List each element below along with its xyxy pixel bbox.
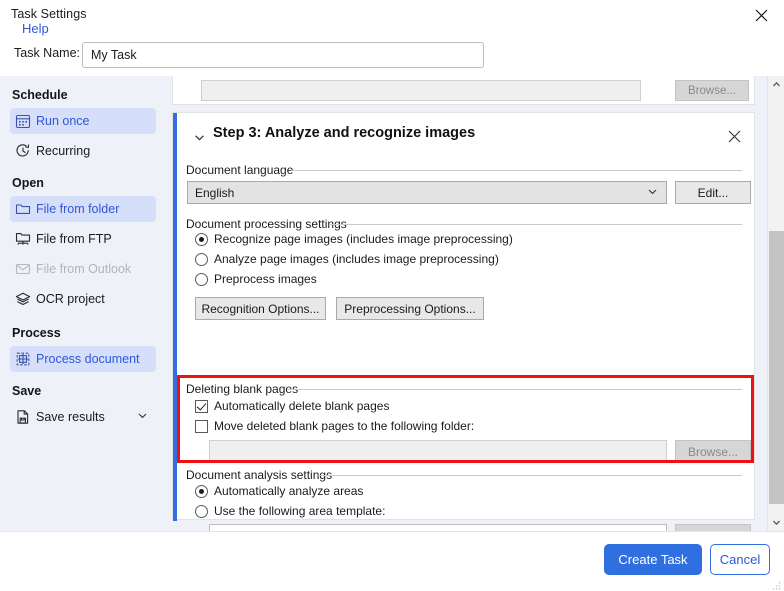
chevron-up-icon: [773, 81, 780, 87]
sidebar-item-process-document[interactable]: Process document: [10, 346, 156, 372]
scroll-up-button[interactable]: [768, 76, 784, 93]
save-document-icon: [10, 407, 36, 427]
recognition-options-button[interactable]: Recognition Options...: [195, 297, 326, 320]
sidebar-group-process-title: Process: [12, 326, 61, 340]
cancel-button[interactable]: Cancel: [710, 544, 770, 575]
previous-browse-button[interactable]: Browse...: [675, 80, 749, 101]
chevron-down-icon: [647, 184, 658, 202]
radio-mark: [195, 272, 208, 286]
envelope-icon: [10, 259, 36, 279]
sidebar-item-save-results[interactable]: Save results: [10, 404, 156, 430]
checkbox-mark: [195, 419, 208, 433]
edit-languages-button[interactable]: Edit...: [675, 181, 751, 204]
task-name-label: Task Name:: [14, 46, 80, 60]
analysis-settings-group-label: Document analysis settings: [186, 468, 338, 482]
sidebar-item-file-from-ftp[interactable]: File from FTP: [10, 226, 156, 252]
preprocessing-options-button[interactable]: Preprocessing Options...: [336, 297, 484, 320]
radio-use-area-template[interactable]: Use the following area template:: [195, 504, 385, 518]
document-language-group-label: Document language: [186, 163, 299, 177]
chevron-down-icon: [773, 520, 780, 526]
deleting-blank-pages-group-label: Deleting blank pages: [186, 382, 304, 396]
close-icon: [728, 130, 740, 142]
folder-ftp-icon: [10, 229, 36, 249]
sidebar-item-recurring[interactable]: Recurring: [10, 138, 156, 164]
help-link[interactable]: Help: [22, 21, 49, 36]
clock-repeat-icon: [10, 141, 36, 161]
radio-label: Use the following area template:: [214, 504, 386, 518]
sidebar-item-file-from-outlook: File from Outlook: [10, 256, 156, 282]
checkbox-label: Automatically delete blank pages: [214, 399, 390, 413]
radio-preprocess-images[interactable]: Preprocess images: [195, 272, 317, 286]
area-template-select[interactable]: [209, 524, 667, 531]
sidebar-item-ocr-project[interactable]: OCR project: [10, 286, 156, 312]
document-language-select[interactable]: English: [187, 181, 667, 204]
radio-recognize-page-images[interactable]: Recognize page images (includes image pr…: [195, 232, 513, 246]
content-scrollbar[interactable]: [767, 76, 784, 531]
checkbox-move-deleted-blank-pages[interactable]: Move deleted blank pages to the followin…: [195, 419, 474, 433]
scroll-down-button[interactable]: [768, 514, 784, 531]
title-bar: Task Settings: [0, 0, 784, 30]
document-language-value: English: [195, 185, 235, 200]
group-divider: [291, 170, 742, 171]
radio-label: Preprocess images: [214, 272, 317, 286]
chevron-down-icon[interactable]: [137, 408, 148, 426]
resize-grip[interactable]: [771, 578, 781, 590]
checkbox-label: Move deleted blank pages to the followin…: [214, 419, 475, 433]
radio-label: Recognize page images (includes image pr…: [214, 232, 513, 246]
previous-path-field[interactable]: [201, 80, 641, 101]
grid-document-icon: [10, 349, 36, 369]
radio-analyze-page-images[interactable]: Analyze page images (includes image prep…: [195, 252, 499, 266]
sidebar-item-label: File from FTP: [36, 232, 112, 246]
blank-pages-browse-button[interactable]: Browse...: [675, 440, 751, 463]
close-icon: [755, 9, 768, 21]
radio-mark: [195, 484, 208, 498]
checkbox-mark: [195, 399, 208, 413]
calendar-icon: [10, 111, 36, 131]
sidebar-item-label: Run once: [36, 114, 90, 128]
scrollbar-thumb[interactable]: [769, 231, 784, 504]
blank-pages-folder-field[interactable]: [209, 440, 667, 463]
sidebar: Schedule Run once Recurring Open File fr…: [0, 76, 166, 531]
sidebar-group-open-title: Open: [12, 176, 44, 190]
step3-collapse-toggle[interactable]: [191, 129, 207, 145]
folder-icon: [10, 199, 36, 219]
sidebar-item-label: Recurring: [36, 144, 91, 158]
group-divider: [287, 389, 742, 390]
task-name-row: Task Name:: [0, 40, 784, 70]
step3-accent-bar: [173, 113, 177, 521]
sidebar-item-label: Process document: [36, 352, 140, 366]
settings-content-area: Browse... Step 3: Analyze and recognize …: [166, 76, 767, 531]
window-close-button[interactable]: [739, 0, 784, 30]
chevron-down-icon: [194, 134, 204, 140]
radio-mark: [195, 252, 208, 266]
window-title: Task Settings: [11, 7, 87, 21]
step3-header: Step 3: Analyze and recognize images: [173, 113, 756, 159]
task-name-input[interactable]: [82, 42, 484, 68]
checkbox-automatically-delete-blank-pages[interactable]: Automatically delete blank pages: [195, 399, 389, 413]
processing-settings-group-label: Document processing settings: [186, 217, 352, 231]
group-divider: [329, 224, 742, 225]
sidebar-item-label: OCR project: [36, 292, 105, 306]
previous-step-card: Browse...: [172, 76, 755, 105]
step3-close-button[interactable]: [724, 126, 744, 146]
radio-mark: [195, 504, 208, 518]
create-task-button[interactable]: Create Task: [604, 544, 702, 575]
radio-label: Automatically analyze areas: [214, 484, 364, 498]
radio-automatically-analyze-areas[interactable]: Automatically analyze areas: [195, 484, 363, 498]
radio-mark: [195, 232, 208, 246]
group-divider: [318, 475, 742, 476]
sidebar-item-run-once[interactable]: Run once: [10, 108, 156, 134]
sidebar-group-schedule-title: Schedule: [12, 88, 68, 102]
radio-label: Analyze page images (includes image prep…: [214, 252, 499, 266]
area-template-browse-button[interactable]: Browse...: [675, 524, 751, 531]
step3-panel: Step 3: Analyze and recognize images Doc…: [172, 112, 756, 531]
sidebar-item-label: Save results: [36, 410, 105, 424]
layers-icon: [10, 289, 36, 309]
sidebar-item-label: File from folder: [36, 202, 120, 216]
sidebar-item-label: File from Outlook: [36, 262, 132, 276]
sidebar-item-file-from-folder[interactable]: File from folder: [10, 196, 156, 222]
step3-title: Step 3: Analyze and recognize images: [213, 125, 476, 141]
task-settings-window: Task Settings Task Name: Schedule: [0, 0, 784, 591]
sidebar-group-save-title: Save: [12, 384, 42, 398]
